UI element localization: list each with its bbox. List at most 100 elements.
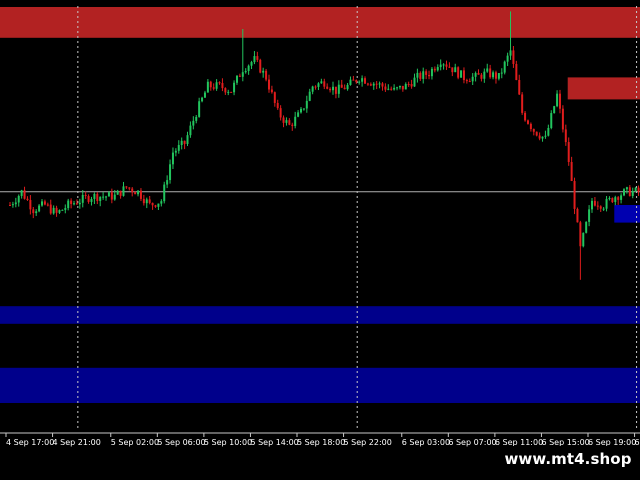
candle-body <box>460 70 463 78</box>
candle-body <box>404 84 407 90</box>
candle-body <box>349 79 352 85</box>
price-chart-panel: 4 Sep 17:00 4 Sep 21:00 5 Sep 02:00 5 Sep 0… <box>0 0 640 480</box>
demand-zone-3 <box>0 306 640 324</box>
candle-body <box>396 87 399 89</box>
candle-body <box>524 112 527 121</box>
candle-body <box>142 198 145 204</box>
candle-body <box>596 205 599 207</box>
candle-body <box>532 129 535 132</box>
candle-body <box>52 207 55 214</box>
candle-body <box>297 112 300 117</box>
candle-body <box>323 81 326 87</box>
candle-body <box>436 67 439 71</box>
candle-body <box>308 91 311 101</box>
candle-body <box>628 187 631 196</box>
time-axis-label: 5 Sep 18:00 <box>297 438 345 447</box>
candle-body <box>332 86 335 91</box>
candle-body <box>614 197 617 203</box>
candle-body <box>262 70 265 73</box>
candle-body <box>84 194 87 197</box>
candle-body <box>512 50 515 64</box>
candle-body <box>183 140 186 144</box>
candle-body <box>480 74 483 79</box>
candle-body <box>11 204 14 206</box>
candle-body <box>599 206 602 209</box>
candle-body <box>294 116 297 126</box>
time-axis-label: 5 Sep 02:00 <box>111 438 159 447</box>
candle-body <box>128 187 131 189</box>
candle-body <box>119 190 122 196</box>
candle-body <box>366 83 369 85</box>
candle-body <box>145 199 148 204</box>
candle-body <box>553 106 556 114</box>
candle-body <box>221 83 224 89</box>
candle-body <box>174 150 177 153</box>
candle-body <box>96 193 99 201</box>
candle-body <box>198 101 201 117</box>
candle-body <box>38 205 41 212</box>
candle-body <box>413 77 416 87</box>
candle-body <box>90 198 93 202</box>
candle-body <box>61 209 64 211</box>
candle-body <box>326 86 329 89</box>
candle-body <box>372 83 375 86</box>
time-axis-label: 6 Sep 07:00 <box>448 438 496 447</box>
candle-body <box>241 72 244 77</box>
candle-body <box>14 202 17 205</box>
time-axis-label: 4 Sep 17:00 <box>6 438 54 447</box>
candle-body <box>171 152 174 165</box>
candle-body <box>477 73 480 75</box>
candle-body <box>279 108 282 118</box>
candle-body <box>224 88 227 93</box>
candle-body <box>273 92 276 103</box>
candle-body <box>247 65 250 71</box>
candle-body <box>561 108 564 130</box>
candle-body <box>625 187 628 190</box>
candle-body <box>492 72 495 78</box>
candle-body <box>474 73 477 77</box>
candle-body <box>73 203 76 205</box>
candle-body <box>582 232 585 247</box>
candle-body <box>122 186 125 196</box>
candle-body <box>125 186 128 188</box>
candle-body <box>67 200 70 209</box>
candle-body <box>506 55 509 62</box>
candle-body <box>620 195 623 200</box>
candle-body <box>550 113 553 128</box>
candle-body <box>526 120 529 124</box>
candle-body <box>305 100 308 109</box>
time-axis-label: 5 Sep 22:00 <box>344 438 392 447</box>
candle-body <box>233 82 236 93</box>
candle-body <box>282 117 285 123</box>
candle-body <box>579 222 582 247</box>
candle-body <box>215 82 218 89</box>
candle-body <box>320 81 323 84</box>
candle-body <box>541 136 544 139</box>
candle-body <box>311 86 314 92</box>
candle-body <box>509 50 512 56</box>
candle-body <box>451 67 454 73</box>
candle-body <box>340 84 343 88</box>
candle-body <box>570 162 573 182</box>
candle-body <box>623 189 626 196</box>
candle-body <box>230 91 233 93</box>
candle-body <box>288 120 291 125</box>
candle-body <box>535 131 538 136</box>
candle-body <box>442 64 445 66</box>
candle-body <box>556 93 559 107</box>
candle-body <box>134 192 137 195</box>
candle-body <box>20 190 23 196</box>
candle-body <box>265 70 268 80</box>
candle-body <box>497 73 500 79</box>
candle-body <box>454 67 457 73</box>
candle-body <box>346 84 349 90</box>
candle-body <box>401 85 404 90</box>
candle-body <box>35 211 38 214</box>
candle-body <box>139 190 142 199</box>
candle-body <box>55 207 58 213</box>
candle-body <box>270 89 273 93</box>
candle-body <box>43 201 46 205</box>
candle-body <box>573 181 576 209</box>
candle-body <box>244 70 247 73</box>
candle-body <box>611 198 614 203</box>
